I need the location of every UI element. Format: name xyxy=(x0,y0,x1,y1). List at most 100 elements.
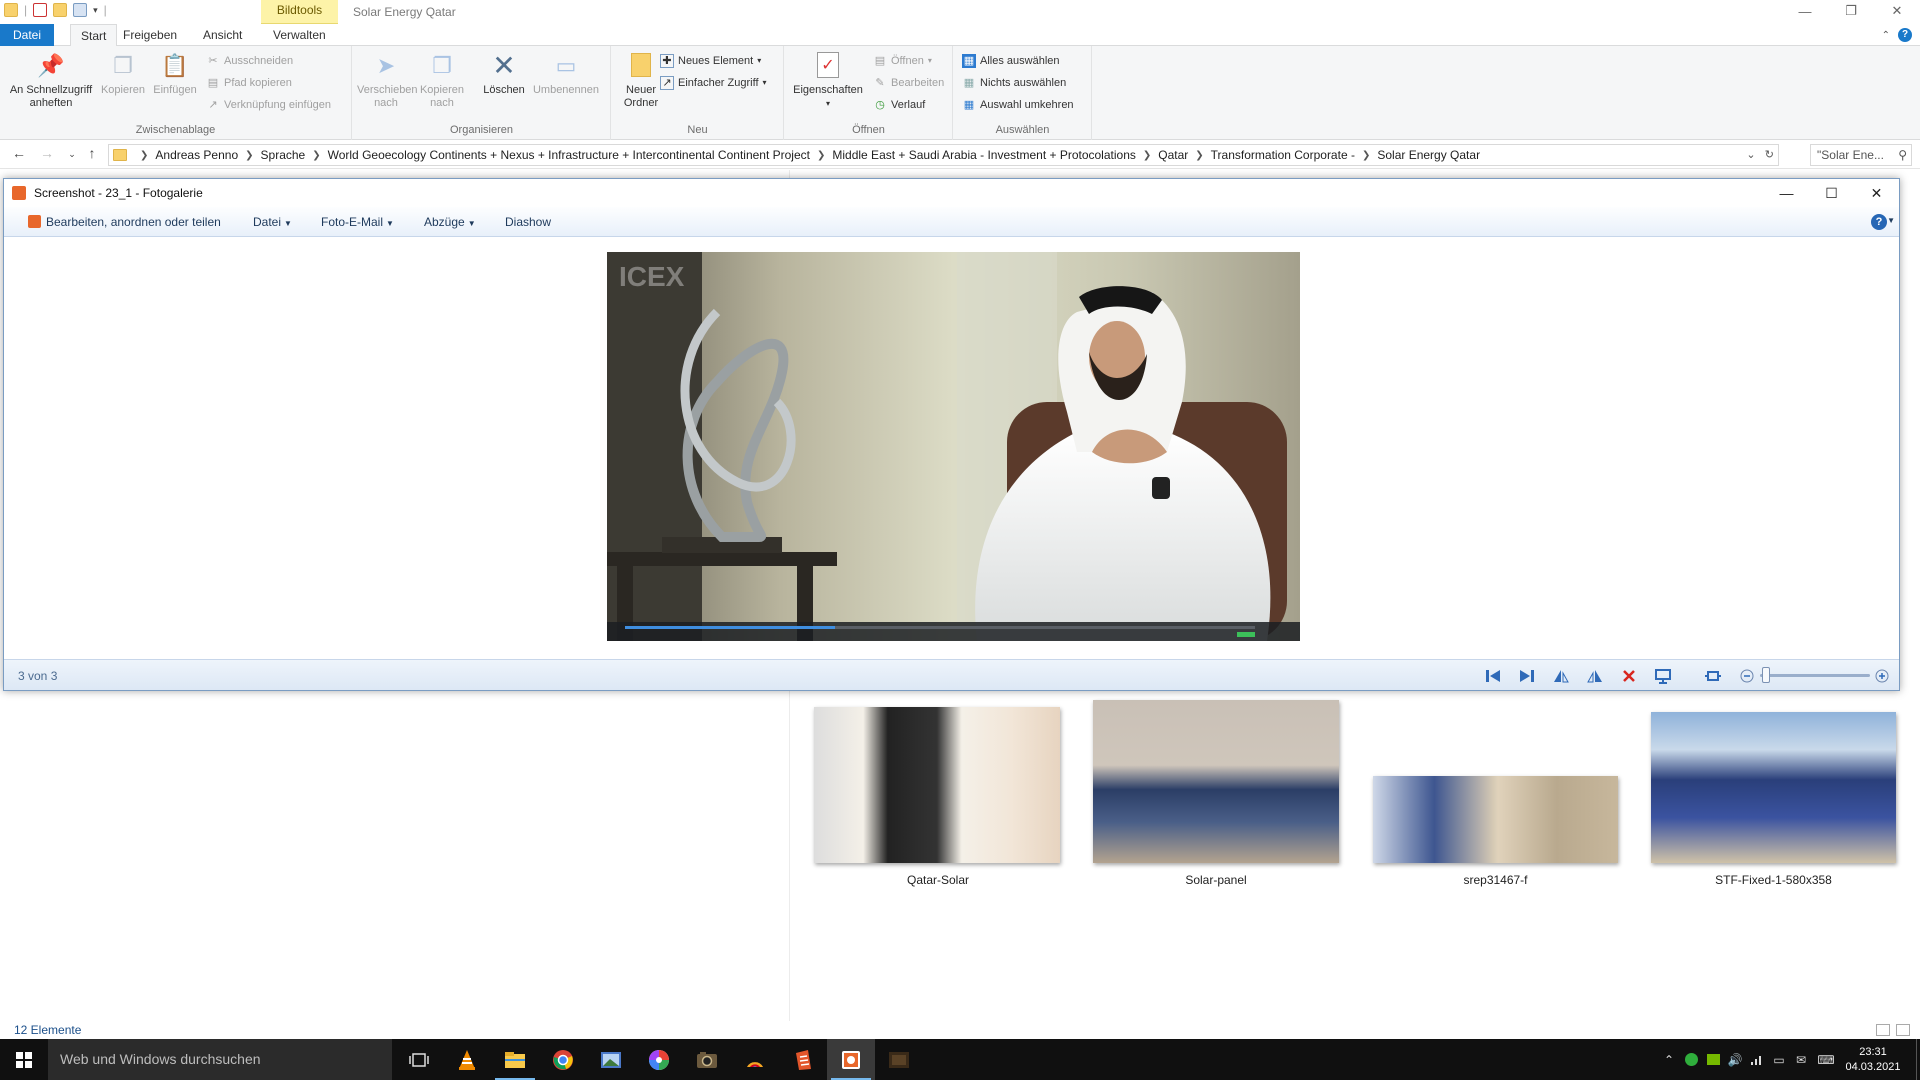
chevron-right-icon[interactable]: ❯ xyxy=(312,150,320,161)
rotate-left-icon[interactable] xyxy=(1544,665,1578,687)
address-bar[interactable]: ❯ Andreas Penno ❯ Sprache ❯ World Geoecolo… xyxy=(108,144,1779,166)
minimize-button[interactable]: — xyxy=(1764,179,1809,207)
select-all-button[interactable]: ▦ Alles auswählen xyxy=(962,52,1060,70)
next-photo-icon[interactable] xyxy=(1510,665,1544,687)
history-button[interactable]: ◷ Verlauf xyxy=(873,96,925,114)
select-none-button[interactable]: ▦ Nichts auswählen xyxy=(962,74,1066,92)
file-explorer-icon[interactable] xyxy=(491,1039,539,1080)
photo-gallery-taskbar-icon[interactable] xyxy=(827,1039,875,1080)
camera-app-icon[interactable] xyxy=(683,1039,731,1080)
clock[interactable]: 23:31 04.03.2021 xyxy=(1840,1045,1906,1075)
search-input[interactable]: "Solar Ene... ⚲ xyxy=(1810,144,1912,166)
volume-icon[interactable]: 🔊 xyxy=(1724,1039,1746,1080)
recent-locations-chevron-icon[interactable]: ⌄ xyxy=(62,149,82,160)
show-desktop-button[interactable] xyxy=(1916,1039,1920,1080)
rename-button[interactable]: ▭ Umbenennen xyxy=(531,50,601,97)
nvidia-icon[interactable] xyxy=(1702,1039,1724,1080)
file-thumbnail[interactable]: Qatar-Solar xyxy=(814,707,1062,887)
breadcrumb-item[interactable]: Middle East + Saudi Arabia - Investment … xyxy=(832,148,1158,162)
minimize-button[interactable]: — xyxy=(1782,0,1828,22)
chevron-right-icon[interactable]: ❯ xyxy=(140,150,148,161)
edit-button[interactable]: ✎ Bearbeiten xyxy=(873,74,944,92)
close-button[interactable]: ✕ xyxy=(1874,0,1920,22)
address-dropdown-icon[interactable]: ⌄ xyxy=(1746,149,1755,161)
maximize-button[interactable]: ☐ xyxy=(1809,179,1854,207)
dropdown-caret-icon[interactable]: ▼ xyxy=(1887,216,1895,225)
prints-menu[interactable]: Abzüge ▼ xyxy=(424,215,476,229)
details-view-icon[interactable] xyxy=(1876,1024,1890,1036)
zoom-slider-track[interactable] xyxy=(1760,674,1870,677)
breadcrumb-item[interactable]: Transformation Corporate - ❯ xyxy=(1211,148,1378,162)
chevron-right-icon[interactable]: ❯ xyxy=(1195,150,1203,161)
antivirus-icon[interactable] xyxy=(1680,1039,1702,1080)
pin-quick-access-button[interactable]: 📌 An Schnellzugriff anheften xyxy=(6,50,96,110)
chevron-right-icon[interactable]: ❯ xyxy=(245,150,253,161)
breadcrumb-item[interactable]: Andreas Penno ❯ xyxy=(155,148,260,162)
restore-button[interactable]: ❐ xyxy=(1828,0,1874,22)
copy-button[interactable]: ❐ Kopieren xyxy=(98,50,148,97)
delete-photo-icon[interactable] xyxy=(1612,665,1646,687)
display-icon[interactable]: ▭ xyxy=(1768,1039,1790,1080)
chevron-right-icon[interactable]: ❯ xyxy=(1362,150,1370,161)
minimize-ribbon-icon[interactable]: ⌃ xyxy=(1882,30,1890,41)
search-icon[interactable]: ⚲ xyxy=(1898,148,1907,162)
new-folder-button[interactable]: Neuer Ordner xyxy=(616,50,666,110)
chrome-icon[interactable] xyxy=(539,1039,587,1080)
delete-button[interactable]: ✕ Löschen xyxy=(481,50,527,97)
file-thumbnail[interactable]: STF-Fixed-1-580x358 xyxy=(1651,712,1897,887)
breadcrumb-item[interactable]: Solar Energy Qatar xyxy=(1377,148,1480,162)
edit-arrange-share-button[interactable]: Bearbeiten, anordnen oder teilen xyxy=(28,215,221,229)
breadcrumb-item[interactable]: World Geoecology Continents + Nexus + In… xyxy=(328,148,833,162)
file-thumbnail[interactable]: Solar-panel xyxy=(1093,700,1339,887)
previous-photo-icon[interactable] xyxy=(1476,665,1510,687)
copy-to-button[interactable]: ❐ Kopieren nach xyxy=(417,50,467,110)
invert-selection-button[interactable]: ▦ Auswahl umkehren xyxy=(962,96,1074,114)
photo-email-menu[interactable]: Foto-E-Mail ▼ xyxy=(321,215,394,229)
help-icon[interactable]: ? xyxy=(1871,214,1887,230)
color-app-icon[interactable] xyxy=(731,1039,779,1080)
photos-app-icon[interactable] xyxy=(587,1039,635,1080)
rename-icon[interactable] xyxy=(73,3,88,17)
rotate-right-icon[interactable] xyxy=(1578,665,1612,687)
chevron-right-icon[interactable]: ❯ xyxy=(1143,150,1151,161)
copy-path-button[interactable]: ▤ Pfad kopieren xyxy=(206,74,292,92)
picasa-icon[interactable] xyxy=(635,1039,683,1080)
up-arrow-icon[interactable]: ↑ xyxy=(82,145,102,161)
zoom-out-icon[interactable] xyxy=(1737,665,1757,687)
paste-shortcut-button[interactable]: ↗ Verknüpfung einfügen xyxy=(206,96,331,114)
close-button[interactable]: ✕ xyxy=(1854,179,1899,207)
open-button[interactable]: ▤ Öffnen ▾ xyxy=(873,52,932,70)
actual-size-icon[interactable] xyxy=(1701,665,1725,687)
properties-icon[interactable] xyxy=(33,3,48,17)
tab-share[interactable]: Freigeben xyxy=(113,24,187,46)
forward-arrow-icon[interactable]: → xyxy=(37,145,57,161)
tab-view[interactable]: Ansicht xyxy=(193,24,252,46)
start-button[interactable] xyxy=(0,1039,48,1080)
task-view-icon[interactable] xyxy=(395,1039,443,1080)
show-hidden-icons-icon[interactable]: ⌃ xyxy=(1658,1039,1680,1080)
cut-button[interactable]: ✂ Ausschneiden xyxy=(206,52,293,70)
network-icon[interactable] xyxy=(1746,1039,1768,1080)
tab-manage[interactable]: Verwalten xyxy=(263,24,336,46)
refresh-icon[interactable]: ↻ xyxy=(1765,149,1774,161)
app-icon-dark[interactable] xyxy=(875,1039,923,1080)
easy-access-button[interactable]: ↗ Einfacher Zugriff ▾ xyxy=(660,74,767,92)
back-arrow-icon[interactable]: ← xyxy=(9,145,29,161)
vlc-icon[interactable] xyxy=(443,1039,491,1080)
properties-button[interactable]: ✓ Eigenschaften ▾ xyxy=(791,50,865,110)
move-to-button[interactable]: ➤ Verschieben nach xyxy=(357,50,418,110)
customize-toolbar-icon[interactable]: ▾ xyxy=(93,5,98,16)
notification-icon[interactable]: ✉ xyxy=(1790,1039,1812,1080)
new-folder-icon[interactable] xyxy=(53,3,68,17)
paste-button[interactable]: 📋 Einfügen xyxy=(150,50,200,97)
chevron-right-icon[interactable]: ❯ xyxy=(817,150,825,161)
new-item-button[interactable]: ✚ Neues Element ▾ xyxy=(660,52,761,70)
taskbar-search-input[interactable]: Web und Windows durchsuchen xyxy=(48,1039,392,1080)
file-menu[interactable]: Datei ▼ xyxy=(253,215,292,229)
zoom-slider-thumb[interactable] xyxy=(1762,667,1770,683)
large-icons-view-icon[interactable] xyxy=(1896,1024,1910,1036)
breadcrumb-item[interactable]: Qatar ❯ xyxy=(1158,148,1210,162)
folder-icon[interactable] xyxy=(4,3,18,17)
office-app-icon[interactable] xyxy=(779,1039,827,1080)
slideshow-icon[interactable] xyxy=(1646,665,1680,687)
